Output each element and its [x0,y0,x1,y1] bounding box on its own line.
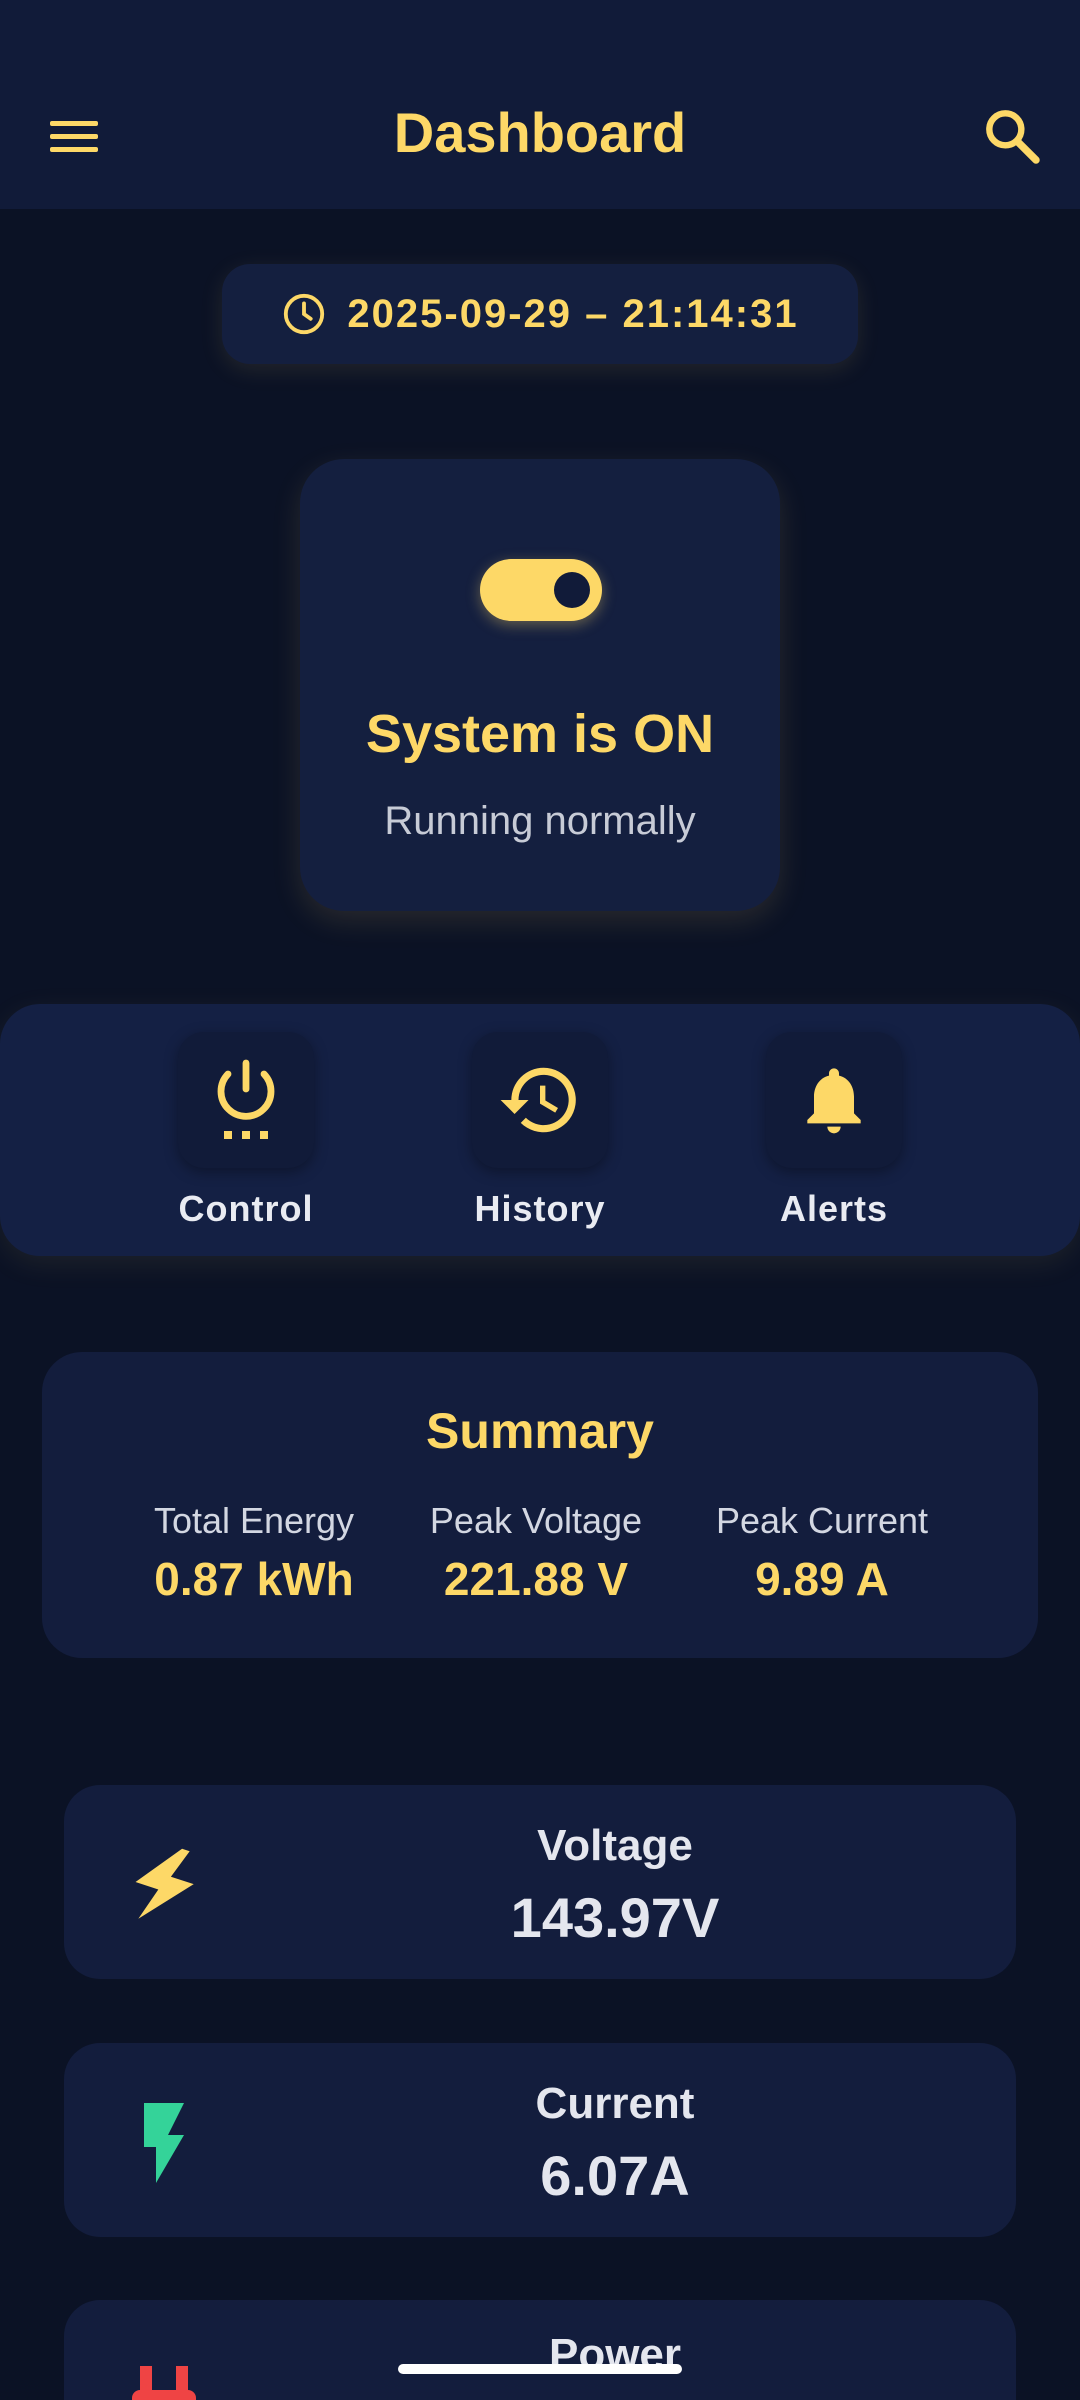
clock-icon [284,293,325,335]
quick-actions-bar: Control History Alerts [0,1004,1080,1256]
stat-label: Total Energy [153,1500,355,1541]
history-icon [500,1067,576,1133]
toggle-knob [554,572,590,608]
summary-title: Summary [426,1403,654,1459]
stat-value: 9.89 A [755,1553,889,1605]
app-bar: Dashboard [0,0,1080,209]
system-status-subtitle: Running normally [384,799,696,843]
voltage-card[interactable]: Voltage 143.97V [64,1785,1016,1979]
power-settings-icon [217,1059,275,1139]
system-status-title: System is ON [365,704,715,764]
metric-value: 6.07A [540,2144,690,2207]
home-indicator[interactable] [398,2364,682,2374]
control-label: Control [178,1188,314,1229]
peak-current-stat: Peak Current 9.89 A [682,1500,962,1606]
plug-icon [132,2366,196,2400]
stat-label: Peak Voltage [429,1500,643,1541]
alerts-icon-box [766,1032,902,1168]
stat-label: Peak Current [715,1500,929,1541]
summary-card: Summary Total Energy 0.87 kWh Peak Volta… [42,1352,1038,1658]
system-toggle[interactable] [480,559,602,621]
history-icon-box [472,1032,608,1168]
timestamp-text: 2025-09-29 – 21:14:31 [347,291,799,336]
alerts-label: Alerts [779,1188,889,1229]
history-label: History [474,1188,606,1229]
metric-label: Current [535,2079,695,2128]
lightning-icon [135,1848,194,1919]
metric-label: Voltage [537,1821,693,1870]
power-card[interactable]: Power [64,2300,1016,2400]
stat-value: 0.87 kWh [154,1553,354,1605]
dashboard-screen: Dashboard 2025-09-29 – 21:14:31 System i… [0,0,1080,2400]
stat-value: 221.88 V [443,1553,629,1605]
history-button[interactable]: History [440,1032,640,1242]
control-button[interactable]: Control [146,1032,346,1242]
timestamp-pill: 2025-09-29 – 21:14:31 [222,264,858,364]
alerts-button[interactable]: Alerts [734,1032,934,1242]
control-icon-box [178,1032,314,1168]
bell-icon [807,1068,861,1134]
total-energy-stat: Total Energy 0.87 kWh [114,1500,394,1606]
page-title: Dashboard [393,101,687,164]
peak-voltage-stat: Peak Voltage 221.88 V [396,1500,676,1606]
metric-value: 143.97V [510,1886,720,1949]
search-icon[interactable] [980,104,1044,168]
system-status-card: System is ON Running normally [300,459,780,911]
flash-icon [144,2103,184,2183]
current-card[interactable]: Current 6.07A [64,2043,1016,2237]
